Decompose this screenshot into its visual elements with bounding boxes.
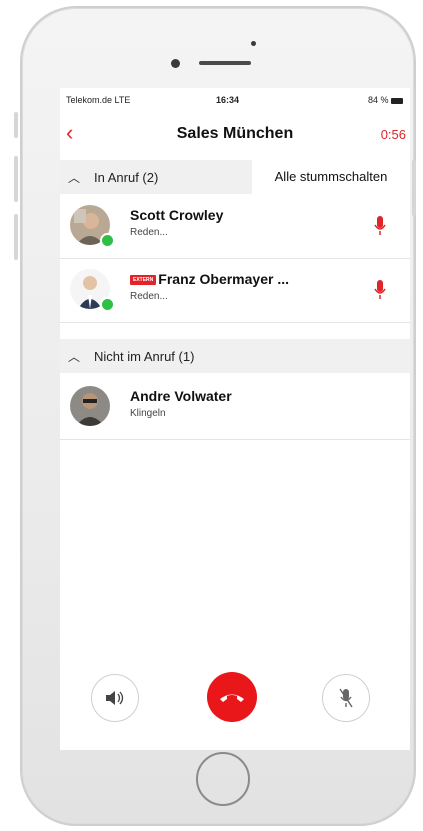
battery-percent: 84 % — [368, 95, 389, 105]
section-in-call-header[interactable]: ︿ In Anruf (2) Alle stummschalten — [60, 160, 410, 194]
nav-bar: Sales München ‹ 0:56 — [60, 118, 410, 152]
microphone-icon[interactable] — [374, 215, 386, 237]
clock: 16:34 — [216, 95, 240, 105]
participant-row[interactable]: EXTERN Franz Obermayer ... Reden... — [60, 259, 410, 323]
participant-status: Reden... — [130, 291, 168, 302]
participant-row[interactable]: Scott Crowley Reden... — [60, 195, 410, 259]
earpiece — [199, 61, 251, 65]
chevron-up-icon: ︿ — [68, 350, 81, 364]
section-label: Nicht im Anruf (1) — [94, 349, 195, 364]
mute-all-button[interactable]: Alle stummschalten — [252, 160, 410, 194]
participant-name: Scott Crowley — [130, 207, 224, 223]
external-badge: EXTERN — [130, 275, 157, 286]
phone-sensor — [251, 41, 256, 46]
status-bar: Telekom.de LTE 16:34 84 % — [60, 88, 410, 110]
phone-hangup-icon — [220, 694, 244, 702]
section-label: In Anruf (2) — [94, 170, 159, 185]
chevron-left-icon: ‹ — [66, 120, 74, 145]
home-button[interactable] — [196, 752, 250, 806]
participant-name: Andre Volwater — [130, 388, 232, 404]
battery-icon — [390, 97, 403, 104]
online-status-icon — [100, 233, 115, 248]
participant-status: Klingeln — [130, 408, 166, 419]
call-timer: 0:56 — [380, 127, 406, 142]
page-title: Sales München — [176, 125, 294, 142]
chevron-up-icon: ︿ — [68, 171, 81, 185]
participant-row[interactable]: Andre Volwater Klingeln — [60, 376, 410, 440]
microphone-icon[interactable] — [374, 279, 386, 301]
mute-button[interactable] — [322, 674, 370, 722]
microphone-muted-icon — [339, 688, 353, 708]
hang-up-button[interactable] — [207, 672, 257, 722]
phone-volume-up — [14, 156, 18, 202]
avatar-photo — [70, 386, 110, 426]
avatar — [70, 386, 110, 426]
call-controls — [60, 666, 410, 750]
participant-name: Franz Obermayer ... — [158, 271, 289, 287]
phone-mute-switch — [14, 112, 18, 138]
speaker-button[interactable] — [91, 674, 139, 722]
speaker-icon — [106, 691, 124, 705]
online-status-icon — [100, 297, 115, 312]
participant-name-line: EXTERN Franz Obermayer ... — [130, 271, 289, 287]
carrier-label: Telekom.de LTE — [66, 95, 131, 105]
phone-power-button — [412, 160, 416, 216]
phone-volume-down — [14, 214, 18, 260]
back-button[interactable]: ‹ — [66, 120, 73, 146]
call-screen: Telekom.de LTE 16:34 84 % Sales München … — [60, 88, 410, 750]
section-not-in-call-header[interactable]: ︿ Nicht im Anruf (1) — [60, 339, 410, 373]
front-camera — [171, 59, 180, 68]
battery-indicator: 84 % — [368, 95, 403, 105]
participant-status: Reden... — [130, 227, 168, 238]
